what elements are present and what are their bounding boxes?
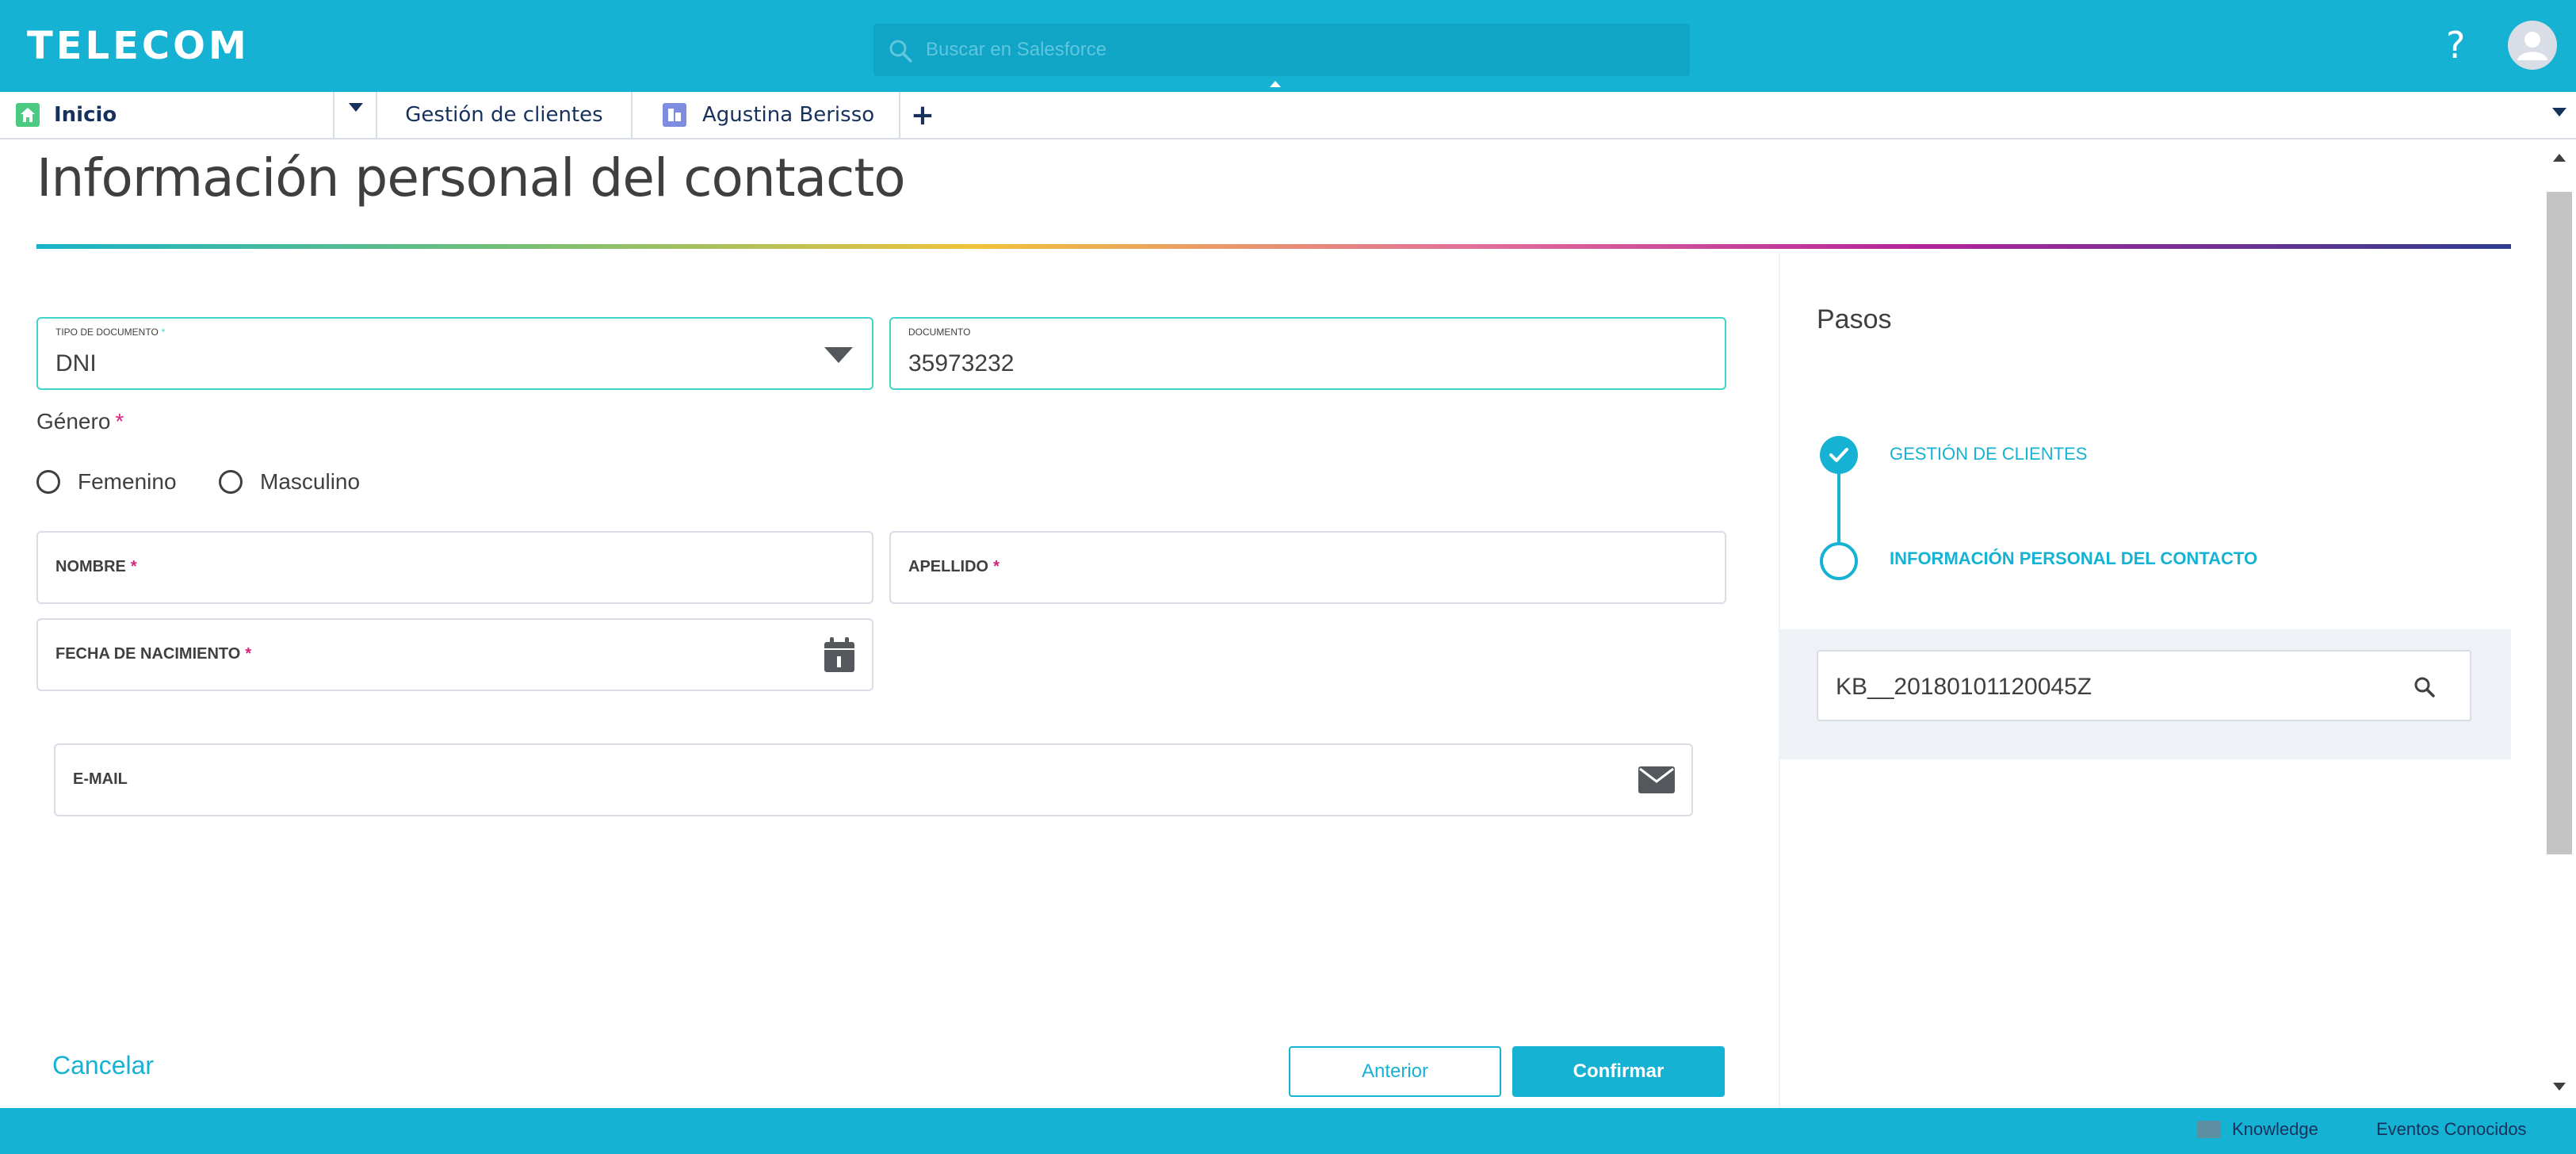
cancel-link[interactable]: Cancelar — [52, 1051, 154, 1080]
global-search[interactable] — [873, 24, 1690, 76]
calendar-icon[interactable] — [823, 637, 856, 674]
chevron-up-icon — [1270, 81, 1281, 87]
step-label-informacion[interactable]: INFORMACIÓN PERSONAL DEL CONTACTO — [1890, 548, 2257, 569]
step-label-gestion[interactable]: GESTIÓN DE CLIENTES — [1890, 444, 2087, 464]
email-label: E-MAIL — [73, 770, 128, 788]
tipo-documento-select[interactable]: TIPO DE DOCUMENTO * DNI — [36, 317, 873, 390]
scroll-down-arrow-icon[interactable] — [2553, 1083, 2566, 1091]
documento-field[interactable]: DOCUMENTO 35973232 — [889, 317, 1726, 390]
tab-gestion-clientes-label: Gestión de clientes — [405, 103, 603, 127]
radio-circle[interactable] — [219, 470, 243, 494]
step-complete-indicator — [1820, 436, 1858, 474]
global-header: TELECOM ? — [0, 0, 2576, 92]
workspace-tab-bar: Inicio Gestión de clientes Agustina Beri… — [0, 92, 2576, 139]
tab-overflow-chevron-icon[interactable] — [2552, 108, 2566, 117]
knowledge-utility[interactable]: Knowledge — [2197, 1119, 2318, 1140]
fecha-nacimiento-label: FECHA DE NACIMIENTO * — [55, 645, 252, 663]
radio-label-femenino: Femenino — [78, 469, 177, 494]
documento-label: DOCUMENTO — [908, 327, 971, 338]
search-input[interactable] — [926, 33, 1671, 67]
nombre-field[interactable]: NOMBRE * — [36, 531, 873, 604]
tab-inicio[interactable]: Inicio — [0, 92, 333, 138]
search-icon[interactable] — [2411, 674, 2438, 701]
scroll-thumb[interactable] — [2547, 192, 2572, 854]
tab-agustina-label: Agustina Berisso — [702, 103, 875, 127]
apellido-label: APELLIDO * — [908, 558, 999, 575]
chevron-down-icon — [349, 103, 363, 112]
kb-search-value: KB__20180101120045Z — [1836, 674, 2093, 700]
email-field[interactable]: E-MAIL — [54, 743, 1693, 816]
envelope-icon — [1638, 766, 1675, 793]
radio-label-masculino: Masculino — [260, 469, 361, 494]
telecom-logo[interactable]: TELECOM — [27, 24, 250, 68]
page-scrollbar[interactable] — [2543, 139, 2576, 1106]
radio-circle[interactable] — [36, 470, 60, 494]
steps-title: Pasos — [1817, 304, 1892, 334]
tipo-documento-label: TIPO DE DOCUMENTO * — [55, 327, 166, 338]
step-current-indicator — [1820, 542, 1858, 580]
documento-value: 35973232 — [908, 350, 1015, 376]
genero-label: Género * — [36, 409, 124, 434]
anterior-button[interactable]: Anterior — [1289, 1046, 1501, 1097]
user-avatar[interactable] — [2508, 21, 2557, 70]
eventos-label: Eventos Conocidos — [2376, 1119, 2527, 1139]
book-icon — [2197, 1121, 2221, 1138]
tab-nav-menu-button[interactable] — [333, 92, 377, 138]
tab-inicio-label: Inicio — [54, 103, 117, 127]
contact-icon — [663, 103, 686, 127]
tab-gestion-clientes[interactable]: Gestión de clientes — [377, 92, 633, 138]
genero-radio-masculino[interactable]: Masculino — [219, 469, 360, 495]
confirmar-button[interactable]: Confirmar — [1512, 1046, 1725, 1097]
dropdown-arrow-icon — [824, 347, 853, 363]
title-divider — [36, 244, 2511, 249]
user-icon — [2517, 32, 2547, 60]
scroll-up-arrow-icon[interactable] — [2553, 154, 2566, 162]
apellido-field[interactable]: APELLIDO * — [889, 531, 1726, 604]
tab-agustina-berisso[interactable]: Agustina Berisso — [633, 92, 900, 138]
nombre-label: NOMBRE * — [55, 558, 137, 575]
tipo-documento-value: DNI — [55, 350, 97, 376]
search-icon — [889, 40, 912, 63]
add-tab-button[interactable]: + — [900, 92, 945, 138]
page-title: Información personal del contacto — [36, 147, 906, 208]
utility-bar: Knowledge Eventos Conocidos — [0, 1108, 2576, 1154]
kb-search-input[interactable]: KB__20180101120045Z — [1817, 650, 2471, 721]
knowledge-label: Knowledge — [2232, 1119, 2318, 1139]
check-icon — [1829, 448, 1848, 462]
header-collapse-handle[interactable] — [1238, 79, 1313, 92]
home-icon — [16, 103, 40, 127]
genero-radio-femenino[interactable]: Femenino — [36, 469, 177, 495]
fecha-nacimiento-field[interactable]: FECHA DE NACIMIENTO * — [36, 618, 873, 691]
eventos-conocidos-utility[interactable]: Eventos Conocidos — [2376, 1119, 2527, 1140]
help-button[interactable]: ? — [2446, 24, 2465, 67]
